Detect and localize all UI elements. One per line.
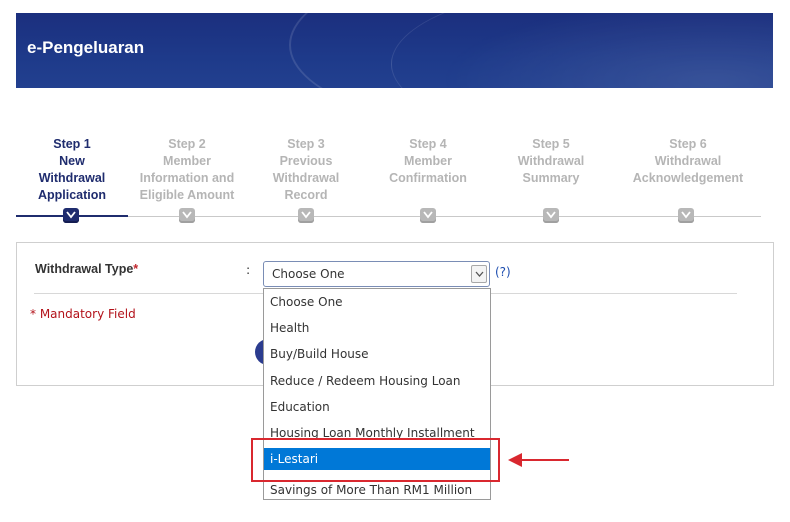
withdrawal-type-label: Withdrawal Type* <box>35 262 138 276</box>
step-4: Step 4 Member Confirmation <box>378 136 478 187</box>
arrow-left-icon <box>508 453 522 467</box>
step-5: Step 5 Withdrawal Summary <box>501 136 601 187</box>
step-5-marker-chevron-down-icon <box>543 208 559 223</box>
step-label: Step 1 New Withdrawal Application <box>37 137 107 202</box>
step-1: Step 1 New Withdrawal Application <box>23 136 121 204</box>
required-asterisk: * <box>133 262 139 276</box>
option-savings-more-than-rm1-million[interactable]: Savings of More Than RM1 Million <box>264 479 490 499</box>
progress-stepper: Step 1 New Withdrawal Application Step 2… <box>16 136 761 226</box>
step-label: Step 4 Member Confirmation <box>389 137 467 185</box>
step-6-marker-chevron-down-icon <box>678 208 694 223</box>
step-label: Step 3 Previous Withdrawal Record <box>272 137 340 202</box>
page-title: e-Pengeluaran <box>27 38 145 57</box>
annotation-highlight-box <box>251 438 500 482</box>
step-2-marker-chevron-down-icon <box>179 208 195 223</box>
chevron-down-icon[interactable] <box>471 265 487 283</box>
help-link[interactable]: (?) <box>495 265 511 279</box>
withdrawal-type-label-text: Withdrawal Type <box>35 262 134 276</box>
step-label: Step 6 Withdrawal Acknowledgement <box>632 137 744 185</box>
mandatory-field-note: * Mandatory Field <box>30 307 136 321</box>
step-label: Step 5 Withdrawal Summary <box>517 137 585 185</box>
step-label: Step 2 Member Information and Eligible A… <box>139 137 235 202</box>
step-4-marker-chevron-down-icon <box>420 208 436 223</box>
step-1-marker-chevron-down-icon <box>63 208 79 223</box>
banner-wave-decoration <box>391 13 773 88</box>
step-3-marker-chevron-down-icon <box>298 208 314 223</box>
option-choose-one[interactable]: Choose One <box>264 291 490 313</box>
step-2: Step 2 Member Information and Eligible A… <box>132 136 242 204</box>
withdrawal-type-select[interactable]: Choose One <box>263 261 490 287</box>
mandatory-field-text: Mandatory Field <box>36 307 136 321</box>
option-buy-build-house[interactable]: Buy/Build House <box>264 343 490 365</box>
label-colon: : <box>246 262 251 277</box>
header-banner: e-Pengeluaran <box>16 13 773 88</box>
step-6: Step 6 Withdrawal Acknowledgement <box>628 136 748 187</box>
option-reduce-redeem-housing-loan[interactable]: Reduce / Redeem Housing Loan <box>264 370 490 392</box>
annotation-arrow-shaft <box>521 459 569 461</box>
select-current-value: Choose One <box>272 267 345 281</box>
step-3: Step 3 Previous Withdrawal Record <box>256 136 356 204</box>
option-health[interactable]: Health <box>264 317 490 339</box>
option-education[interactable]: Education <box>264 396 490 418</box>
